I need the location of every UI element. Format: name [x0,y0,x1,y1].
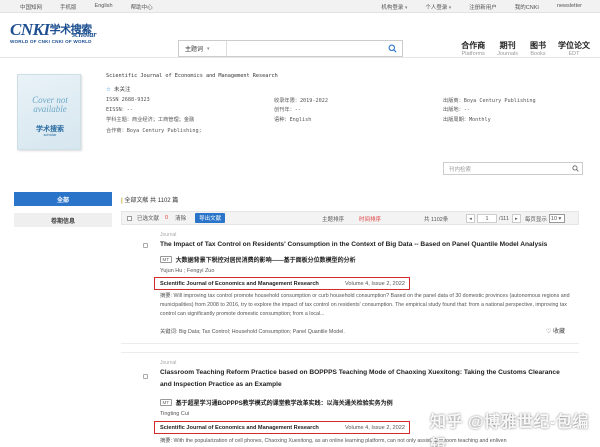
nav-platforms[interactable]: 合作商 Platforms [461,40,485,57]
nav-journals[interactable]: 期刊 Journals [497,40,518,57]
page-total: /111 [499,215,509,222]
article-item: Journal The Impact of Tax Control on Res… [121,226,579,344]
sort-by-subject[interactable]: 主题排序 [322,215,344,223]
sort-by-time[interactable]: 时间排序 [359,215,381,223]
search-input[interactable] [227,41,382,56]
article-checkbox[interactable] [143,243,148,248]
search-icon [571,165,579,172]
nav-books[interactable]: 图书 Books [530,40,546,57]
select-all-checkbox[interactable] [127,215,132,221]
listing-toolbar: 已选文献 0 清除 导出文献 主题排序 时间排序 共 1102条 ◂ 1 /11… [121,211,579,225]
article-authors[interactable]: Yujun Hu ; Fengyi Zuo [160,268,214,274]
article-authors[interactable]: Tingting Cui [160,411,189,417]
article-type: Journal [160,232,177,238]
journal-title: Scientific Journal of Economics and Mana… [106,73,278,79]
heart-icon: ♡ [545,329,552,335]
star-icon: ☆ [106,87,111,93]
article-type: Journal [160,360,177,366]
mt-badge: MT [160,399,172,406]
journal-coverage: 收录年限：2019-2022 [274,98,329,104]
prev-page-button[interactable]: ◂ [466,214,475,223]
link-english[interactable]: English [95,3,113,11]
cover-logo-en: scholar [43,132,57,137]
personal-login-link[interactable]: 个人登录 [425,3,451,11]
site-header: CNKI学术搜索 scholar WORLD OF CNKI CNKI OF W… [0,13,600,58]
article-source[interactable]: Scientific Journal of Economics and Mana… [160,425,319,431]
top-utility-bar: 中国知网 手机版 English 帮助中心 机构登录 个人登录 注册新用户 我的… [0,0,600,13]
journal-pub-org: 出版商：Boya Century Publishing [443,98,536,104]
journal-eissn: EISSN：-- [106,107,134,113]
article-source-highlight: Scientific Journal of Economics and Mana… [154,277,410,290]
register-link[interactable]: 注册新用户 [469,3,497,11]
article-title[interactable]: Classroom Teaching Reform Practice based… [160,367,570,391]
my-cnki-link[interactable]: 我的CNKI [515,3,539,11]
article-source-highlight: Scientific Journal of Economics and Mana… [154,421,410,434]
tab-all-articles[interactable]: 全部 [14,192,112,206]
resource-nav: 合作商 Platforms 期刊 Journals 图书 Books 学位论文 EDT [449,40,590,57]
institution-login-link[interactable]: 机构登录 [381,3,407,11]
pager: ◂ 1 /111 ▸ 每页显示 10 ▾ [466,214,565,223]
search-icon [388,44,397,53]
link-mobile[interactable]: 手机版 [60,3,77,11]
link-help[interactable]: 帮助中心 [131,3,153,11]
article-volume: Volume 4, Issue 2, 2022 [344,424,405,431]
journal-frequency: 出版周期：Monthly [443,117,491,123]
journal-cover: Cover not available 学术搜索 scholar [17,74,81,150]
follow-button[interactable]: ☆ 未关注 [106,85,130,93]
article-checkbox[interactable] [143,374,148,379]
journal-subject: 学科主题：商业经济；工商管理；金融 [106,117,195,123]
cover-placeholder-text: Cover not available [32,95,68,114]
next-page-button[interactable]: ▸ [511,214,521,223]
search-button[interactable] [382,41,402,56]
selected-label: 已选文献 [137,216,160,222]
export-button[interactable]: 导出文献 [195,213,226,223]
article-volume: Volume 4, Issue 2, 2022 [344,280,405,287]
article-abstract: 摘要: Will improving tax control promote h… [160,293,570,317]
listing-header: | 全部文献 共 1102 篇 [121,198,179,204]
page-size-label: 每页显示 [524,216,547,223]
journal-issn: ISSN 2688-9323 [106,97,150,103]
page-size-select[interactable]: 10 ▾ [548,214,565,223]
watermark-text: 知乎 @博雅世纪-包编辑 [430,414,589,447]
cnki-scholar-logo[interactable]: CNKI学术搜索 scholar WORLD OF CNKI CNKI OF W… [10,21,110,51]
link-cnki-home[interactable]: 中国知网 [20,3,42,11]
journal-language: 语种：English [274,117,312,123]
tab-volume-info[interactable]: 卷期信息 [14,213,112,227]
search-field-select[interactable]: 主题词 [179,41,227,56]
mt-badge: MT [160,256,172,263]
article-source[interactable]: Scientific Journal of Economics and Mana… [160,281,319,287]
journal-country: 出版地：-- [443,107,470,113]
in-journal-search-input[interactable]: 刊内检索 [444,165,568,173]
article-keywords: 关键词: Big Data; Tax Control; Household Co… [160,329,345,335]
journal-founded: 创刊年：-- [274,107,301,113]
article-mt-title[interactable]: MT 基于超星学习通BOPPPS教学模式的课堂教学改革实践：以海关通关检验实务为例 [160,398,570,407]
total-count: 共 1102条 [424,217,449,223]
newsletter-link[interactable]: newsletter [557,3,582,11]
in-journal-search-button[interactable] [568,165,582,172]
article-title[interactable]: The Impact of Tax Control on Residents' … [160,239,570,251]
selected-count: 0 [165,215,169,221]
favorite-button[interactable]: ♡ 收藏 [546,326,565,335]
clear-button[interactable]: 清除 [175,214,186,222]
nav-edt[interactable]: 学位论文 EDT [558,40,590,57]
main-search-bar: 主题词 [178,40,403,57]
journal-publisher: 合作商：Boya Century Publishing; [106,128,202,134]
page-number-input[interactable]: 1 [477,214,497,223]
in-journal-search: 刊内检索 [443,162,583,175]
article-mt-title[interactable]: MT 大数据背景下税控对居民消费的影响——基于面板分位数模型的分析 [160,255,570,264]
